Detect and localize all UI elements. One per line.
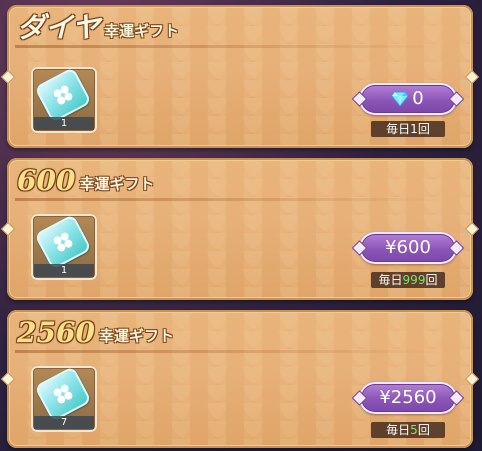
frame-ornament-right — [464, 221, 480, 237]
gift-card-title-main: 600 — [17, 164, 76, 197]
daily-limit: 毎日5回 — [371, 422, 445, 438]
gift-card-title-sub: 幸運ギフト — [98, 327, 174, 345]
gift-card-title: ダイヤ 幸運ギフト — [17, 9, 179, 43]
daily-limit: 毎日999回 — [371, 272, 445, 288]
daily-limit-suffix: 回 — [425, 273, 438, 287]
gift-card-2560: 2560 幸運ギフト 7 ¥2560 毎日5回 — [0, 310, 480, 448]
daily-limit-prefix: 毎日 — [386, 122, 411, 136]
frame-ornament-right — [464, 69, 480, 84]
gift-card-title-sub: 幸運ギフト — [79, 175, 155, 193]
item-slot[interactable]: 1 — [31, 214, 97, 280]
daily-limit-count: 999 — [402, 273, 426, 287]
daily-limit-suffix: 回 — [417, 423, 430, 437]
gift-shop-panel: ダイヤ 幸運ギフト 1 0 毎日1回 600 幸運ギフト 1 ¥600 毎日99… — [0, 0, 482, 451]
buy-button[interactable]: ¥2560 — [359, 382, 457, 414]
clover-ticket-icon — [34, 214, 92, 270]
clover-icon — [52, 231, 74, 253]
buy-button-price: 0 — [412, 88, 424, 109]
diamond-icon — [392, 92, 409, 106]
item-quantity: 1 — [34, 117, 94, 130]
daily-limit-prefix: 毎日 — [378, 273, 403, 287]
gift-card-title-main: 2560 — [17, 316, 95, 349]
gift-card-title-main: ダイヤ — [17, 11, 101, 44]
buy-button-price: ¥2560 — [379, 387, 437, 408]
item-quantity: 1 — [34, 264, 94, 277]
frame-ornament-left — [0, 371, 16, 387]
gift-card-600: 600 幸運ギフト 1 ¥600 毎日999回 — [0, 158, 480, 300]
item-slot[interactable]: 1 — [31, 67, 97, 133]
title-divider — [15, 45, 455, 48]
daily-limit-count: 1 — [410, 122, 418, 136]
daily-limit-prefix: 毎日 — [386, 423, 411, 437]
gift-card-title-sub: 幸運ギフト — [104, 22, 180, 40]
title-divider — [15, 198, 455, 201]
item-slot[interactable]: 7 — [31, 366, 97, 432]
gift-card-title: 2560 幸運ギフト — [17, 314, 174, 348]
clover-ticket-icon — [34, 67, 92, 123]
clover-ticket-icon — [34, 366, 92, 422]
daily-limit-suffix: 回 — [417, 122, 430, 136]
clover-icon — [52, 84, 74, 106]
gift-card-diamond: ダイヤ 幸運ギフト 1 0 毎日1回 — [0, 5, 480, 148]
daily-limit: 毎日1回 — [371, 121, 445, 137]
frame-ornament-right — [464, 371, 480, 387]
frame-ornament-left — [0, 221, 16, 237]
title-divider — [15, 350, 455, 353]
gift-card-title: 600 幸運ギフト — [17, 162, 154, 196]
buy-button[interactable]: ¥600 — [359, 232, 457, 264]
frame-ornament-left — [0, 69, 16, 84]
buy-button-price: ¥600 — [385, 237, 431, 258]
daily-limit-count: 5 — [410, 423, 418, 437]
item-quantity: 7 — [34, 416, 94, 429]
clover-icon — [52, 383, 74, 405]
buy-button[interactable]: 0 — [359, 83, 457, 115]
